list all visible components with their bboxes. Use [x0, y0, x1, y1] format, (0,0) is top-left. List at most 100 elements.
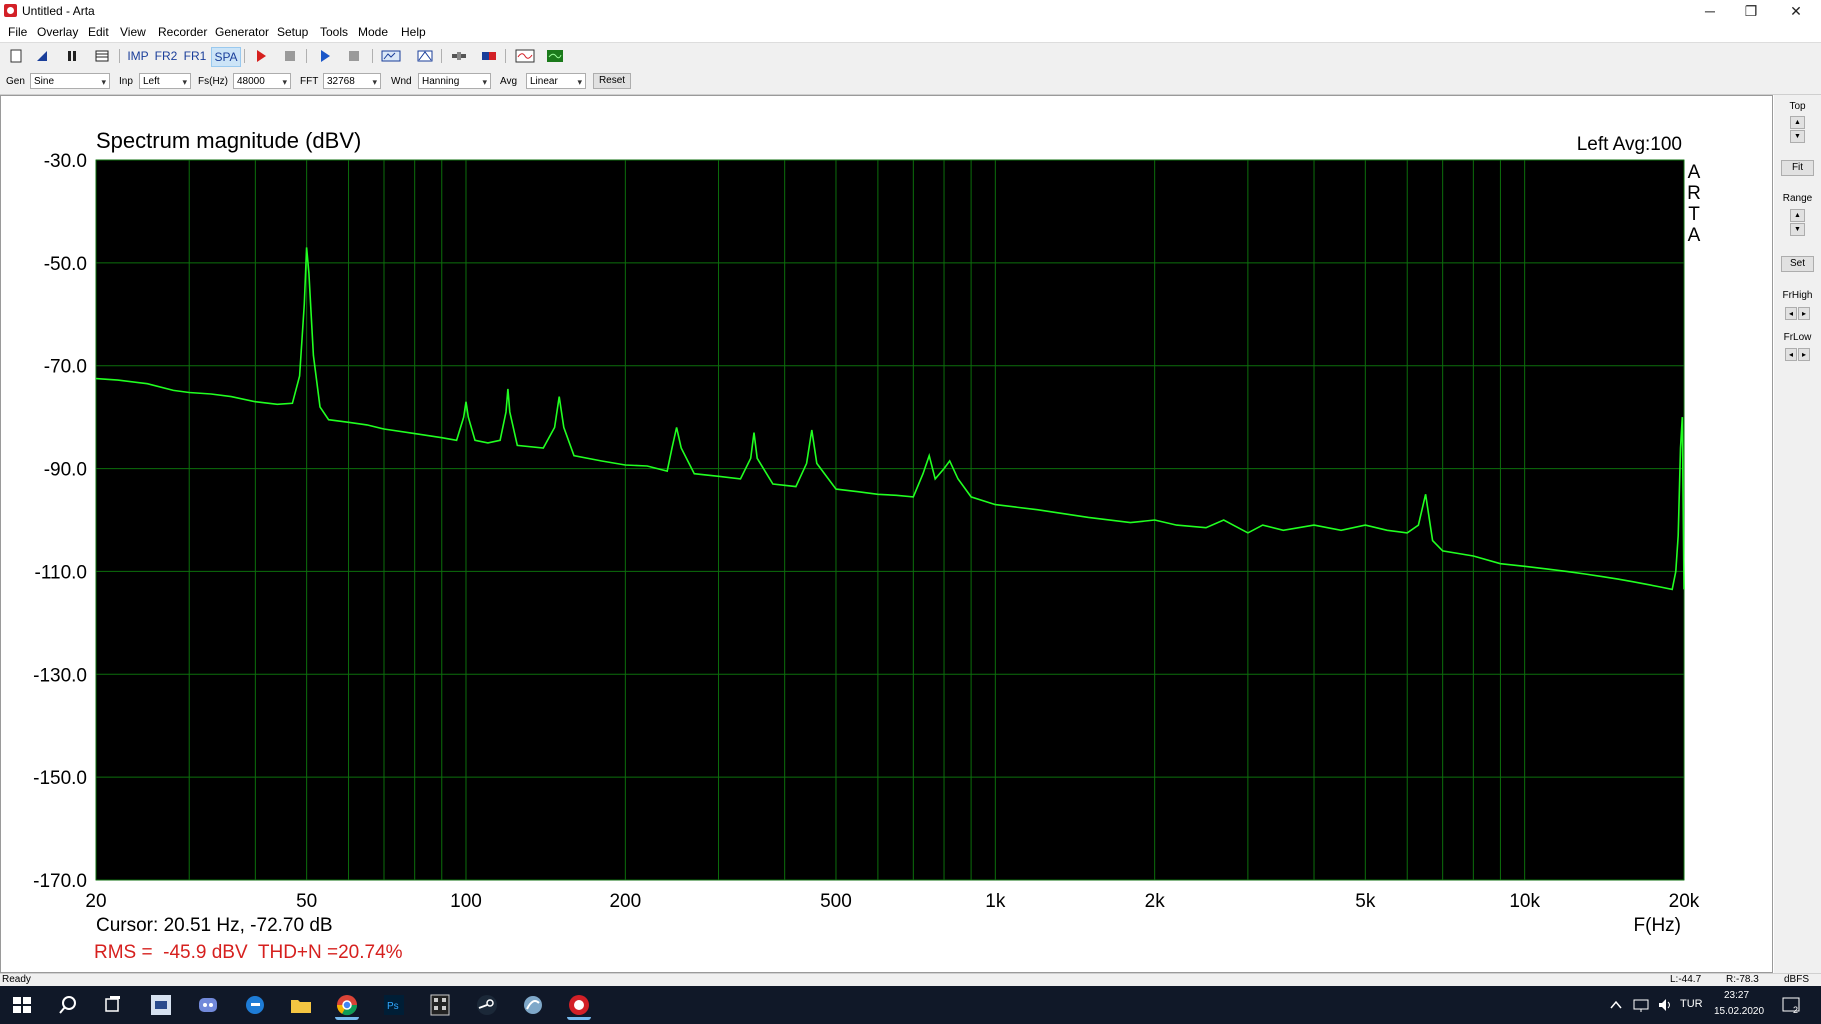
- frlow-left-button[interactable]: ◂: [1785, 348, 1797, 361]
- cpuz-icon[interactable]: [149, 993, 173, 1017]
- edge-icon[interactable]: [243, 993, 267, 1017]
- search-icon[interactable]: [56, 993, 80, 1017]
- taskbar: Ps TUR 23:27 15.02.2020 2: [0, 986, 1821, 1024]
- chevron-down-icon: ▾: [577, 77, 582, 87]
- chrome-icon[interactable]: [335, 993, 359, 1020]
- chevron-up-icon[interactable]: [1610, 1000, 1622, 1010]
- top-label: Top: [1789, 101, 1806, 112]
- chart-title: Spectrum magnitude (dBV): [96, 128, 361, 153]
- menu-mode[interactable]: Mode: [358, 25, 388, 39]
- language-indicator[interactable]: TUR: [1680, 998, 1703, 1010]
- left-arrow-icon: ◂: [1788, 350, 1793, 359]
- cable-icon[interactable]: [451, 48, 467, 64]
- avg-select[interactable]: Linear ▾: [526, 73, 586, 89]
- scope-icon[interactable]: [515, 48, 535, 64]
- cursor-readout: Cursor: 20.51 Hz, -72.70 dB: [96, 915, 333, 936]
- spa-button[interactable]: SPA: [211, 47, 241, 67]
- fr2-button[interactable]: FR2: [154, 47, 178, 65]
- spectrum-icon[interactable]: [546, 48, 564, 64]
- new-icon[interactable]: [8, 48, 24, 64]
- fit-button[interactable]: Fit: [1781, 160, 1814, 176]
- menu-recorder[interactable]: Recorder: [158, 25, 207, 39]
- x-tick-label: 20k: [1669, 891, 1700, 912]
- frhigh-left-button[interactable]: ◂: [1785, 307, 1797, 320]
- stop-icon[interactable]: [282, 48, 298, 64]
- clock-time[interactable]: 23:27: [1724, 990, 1749, 1001]
- frlow-label: FrLow: [1783, 332, 1812, 343]
- up-arrow-icon: ▲: [1794, 212, 1801, 219]
- gen-select[interactable]: Sine ▾: [30, 73, 110, 89]
- menu-tools[interactable]: Tools: [320, 25, 348, 39]
- top-up-button[interactable]: ▲: [1790, 116, 1805, 129]
- fft-select[interactable]: 32768 ▾: [323, 73, 381, 89]
- toolbar-separator: [441, 49, 442, 63]
- steam-icon[interactable]: [475, 993, 499, 1017]
- menu-setup[interactable]: Setup: [277, 25, 308, 39]
- table-icon[interactable]: [94, 48, 110, 64]
- frhigh-right-button[interactable]: ▸: [1798, 307, 1810, 320]
- svg-text:Ps: Ps: [387, 1001, 399, 1012]
- gen-value: Sine: [34, 76, 55, 87]
- play-icon[interactable]: [317, 48, 333, 64]
- notification-icon[interactable]: [1781, 996, 1803, 1014]
- start-icon[interactable]: [10, 993, 34, 1017]
- arta-watermark-letter: R: [1687, 183, 1701, 204]
- recorder-icon[interactable]: [381, 48, 401, 64]
- level-meter-icon[interactable]: [481, 48, 497, 64]
- y-tick-label: -70.0: [44, 357, 87, 378]
- arta-app-icon: [4, 4, 17, 17]
- restore-button[interactable]: ❐: [1728, 2, 1774, 20]
- menu-overlay[interactable]: Overlay: [37, 25, 78, 39]
- frlow-right-button[interactable]: ▸: [1798, 348, 1810, 361]
- arta-icon[interactable]: [567, 993, 591, 1020]
- fft-value: 32768: [327, 76, 355, 87]
- fs-select[interactable]: 48000 ▾: [233, 73, 291, 89]
- y-tick-label: -150.0: [33, 768, 87, 789]
- chevron-down-icon: ▾: [101, 77, 106, 87]
- menu-edit[interactable]: Edit: [88, 25, 109, 39]
- stop-icon[interactable]: [346, 48, 362, 64]
- fr1-button[interactable]: FR1: [183, 47, 207, 65]
- open-icon[interactable]: [34, 48, 50, 64]
- arta-watermark-letter: A: [1688, 225, 1701, 246]
- menu-generator[interactable]: Generator: [215, 25, 269, 39]
- left-arrow-icon: ◂: [1788, 309, 1793, 318]
- toolbar-separator: [244, 49, 245, 63]
- arta-watermark-letter: A: [1688, 162, 1701, 183]
- menu-help[interactable]: Help: [401, 25, 426, 39]
- range-label: Range: [1782, 193, 1813, 204]
- close-button[interactable]: ✕: [1773, 2, 1819, 20]
- parrot-icon[interactable]: [521, 993, 545, 1017]
- range-down-button[interactable]: ▼: [1790, 223, 1805, 236]
- imp-button[interactable]: IMP: [126, 47, 150, 65]
- calculator-icon[interactable]: [428, 993, 452, 1017]
- network-icon[interactable]: [1632, 997, 1650, 1013]
- clock-date[interactable]: 15.02.2020: [1714, 1006, 1764, 1017]
- status-ready: Ready: [2, 974, 31, 985]
- chevron-down-icon: ▾: [282, 77, 287, 87]
- reset-button[interactable]: Reset: [593, 73, 631, 89]
- volume-icon[interactable]: [1657, 997, 1673, 1013]
- photoshop-icon[interactable]: Ps: [382, 993, 406, 1017]
- explorer-icon[interactable]: [289, 993, 313, 1017]
- frhigh-label: FrHigh: [1782, 290, 1813, 301]
- set-button[interactable]: Set: [1781, 256, 1814, 272]
- pattern-icon[interactable]: [417, 48, 433, 64]
- spectrum-chart[interactable]: -30.0 -50.0 -70.0 -90.0 -110.0 -130.0 -150.0 -1…: [1, 96, 1772, 972]
- top-down-button[interactable]: ▼: [1790, 130, 1805, 143]
- task-view-icon[interactable]: [101, 993, 125, 1017]
- down-arrow-icon: ▼: [1794, 133, 1801, 140]
- range-up-button[interactable]: ▲: [1790, 209, 1805, 222]
- inp-select[interactable]: Left ▾: [139, 73, 191, 89]
- x-tick-label: 200: [609, 891, 641, 912]
- wnd-select[interactable]: Hanning ▾: [418, 73, 491, 89]
- toolbar-separator: [372, 49, 373, 63]
- menu-file[interactable]: File: [8, 25, 27, 39]
- minimize-button[interactable]: ─: [1687, 2, 1733, 20]
- pause-icon[interactable]: [64, 48, 80, 64]
- discord-icon[interactable]: [196, 993, 220, 1017]
- toolbar-separator: [306, 49, 307, 63]
- record-play-icon[interactable]: [253, 48, 269, 64]
- menu-view[interactable]: View: [120, 25, 146, 39]
- up-arrow-icon: ▲: [1794, 119, 1801, 126]
